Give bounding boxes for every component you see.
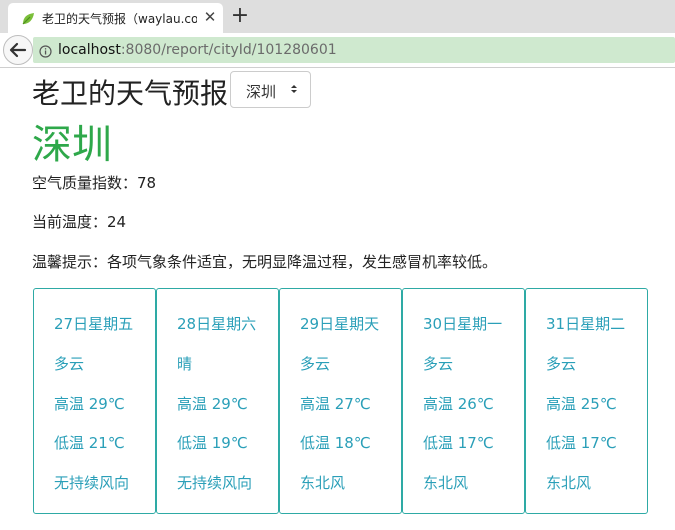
back-arrow-icon bbox=[9, 42, 27, 58]
forecast-high: 高温 25℃ bbox=[546, 395, 617, 413]
forecast-cards: 27日星期五 多云 高温 29℃ 低温 21℃ 无持续风向 28日星期六 晴 高… bbox=[33, 288, 650, 514]
forecast-wind: 无持续风向 bbox=[177, 474, 253, 492]
browser-tab-strip: 老卫的天气预报（waylau.co ✕ + bbox=[0, 0, 675, 33]
forecast-date: 28日星期六 bbox=[177, 315, 257, 333]
city-select[interactable]: 深圳 bbox=[230, 71, 311, 108]
back-button[interactable] bbox=[3, 35, 33, 65]
forecast-low: 低温 21℃ bbox=[54, 434, 125, 452]
page-content: 老卫的天气预报 深圳 深圳 空气质量指数：78 当前温度：24 温馨提示：各项气… bbox=[0, 68, 675, 530]
forecast-card: 29日星期天 多云 高温 27℃ 低温 18℃ 东北风 bbox=[279, 288, 402, 514]
browser-toolbar: localhost:8080/report/cityId/101280601 bbox=[0, 33, 675, 68]
forecast-date: 31日星期二 bbox=[546, 315, 626, 333]
url-path: :8080/report/cityId/101280601 bbox=[120, 42, 337, 58]
forecast-card: 27日星期五 多云 高温 29℃ 低温 21℃ 无持续风向 bbox=[33, 288, 156, 514]
current-temp-text: 当前温度：24 bbox=[32, 213, 127, 231]
forecast-weather: 多云 bbox=[54, 355, 85, 373]
forecast-wind: 东北风 bbox=[300, 474, 346, 492]
forecast-low: 低温 18℃ bbox=[300, 434, 371, 452]
forecast-high: 高温 26℃ bbox=[423, 395, 494, 413]
aqi-text: 空气质量指数：78 bbox=[32, 174, 157, 192]
forecast-date: 30日星期一 bbox=[423, 315, 503, 333]
forecast-high: 高温 29℃ bbox=[177, 395, 248, 413]
info-icon[interactable] bbox=[39, 43, 52, 58]
forecast-low: 低温 17℃ bbox=[546, 434, 617, 452]
forecast-low: 低温 19℃ bbox=[177, 434, 248, 452]
forecast-card: 30日星期一 多云 高温 26℃ 低温 17℃ 东北风 bbox=[402, 288, 525, 514]
forecast-high: 高温 27℃ bbox=[300, 395, 371, 413]
forecast-weather: 晴 bbox=[177, 355, 193, 373]
city-select-value: 深圳 bbox=[246, 83, 277, 101]
forecast-weather: 多云 bbox=[300, 355, 331, 373]
forecast-weather: 多云 bbox=[423, 355, 454, 373]
url-host: localhost bbox=[58, 42, 121, 58]
forecast-wind: 东北风 bbox=[546, 474, 592, 492]
new-tab-button[interactable]: + bbox=[228, 4, 252, 28]
forecast-wind: 无持续风向 bbox=[54, 474, 130, 492]
page-title: 老卫的天气预报 bbox=[32, 77, 229, 110]
forecast-high: 高温 29℃ bbox=[54, 395, 125, 413]
forecast-low: 低温 17℃ bbox=[423, 434, 494, 452]
leaf-icon bbox=[21, 11, 35, 25]
forecast-date: 29日星期天 bbox=[300, 315, 380, 333]
url-text: localhost:8080/report/cityId/101280601 bbox=[58, 42, 337, 58]
city-name: 深圳 bbox=[32, 122, 112, 168]
forecast-weather: 多云 bbox=[546, 355, 577, 373]
forecast-card: 28日星期六 晴 高温 29℃ 低温 19℃ 无持续风向 bbox=[156, 288, 279, 514]
tab-close-icon[interactable]: ✕ bbox=[201, 8, 219, 26]
forecast-card: 31日星期二 多云 高温 25℃ 低温 17℃ 东北风 bbox=[525, 288, 648, 514]
forecast-wind: 东北风 bbox=[423, 474, 469, 492]
select-arrows-icon bbox=[291, 85, 297, 93]
address-bar[interactable]: localhost:8080/report/cityId/101280601 bbox=[33, 37, 675, 63]
browser-tab[interactable]: 老卫的天气预报（waylau.co ✕ bbox=[8, 3, 223, 33]
tab-title: 老卫的天气预报（waylau.co bbox=[42, 12, 197, 26]
tip-text: 温馨提示：各项气象条件适宜，无明显降温过程，发生感冒机率较低。 bbox=[32, 253, 498, 271]
forecast-date: 27日星期五 bbox=[54, 315, 134, 333]
